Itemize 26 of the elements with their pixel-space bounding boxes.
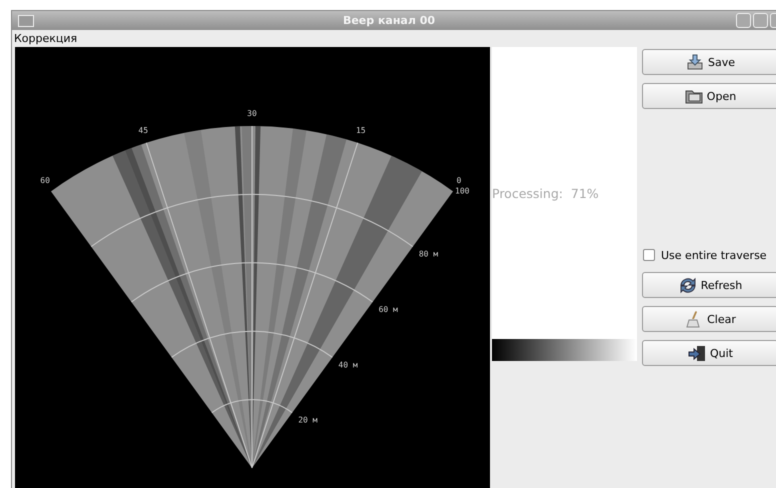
range-label: 40 м	[338, 360, 358, 370]
refresh-icon	[678, 276, 698, 294]
angle-label: 0	[456, 176, 462, 186]
progress-text: Processing: 71%	[492, 186, 599, 200]
menu-item[interactable]: Коррекция	[14, 32, 78, 45]
angle-label: 60	[40, 176, 50, 186]
window-title: Веер канал 00	[342, 14, 436, 27]
window-menu-icon[interactable]	[18, 14, 34, 26]
range-label: 100	[455, 186, 470, 196]
angle-label: 15	[356, 126, 366, 136]
angle-label: 45	[138, 126, 148, 136]
checkbox-label[interactable]: Use entire traverse	[661, 248, 767, 262]
minimize-icon[interactable]	[736, 13, 751, 28]
maximize-icon[interactable]	[753, 13, 768, 28]
range-label: 60 м	[378, 305, 398, 314]
open-button[interactable]: Open	[642, 83, 776, 109]
save-button[interactable]: Save	[642, 49, 776, 75]
refresh-button[interactable]: Refresh	[642, 272, 776, 298]
quit-button[interactable]: Quit	[642, 340, 776, 366]
range-label: 20 м	[298, 416, 318, 425]
clear-button[interactable]: Clear	[642, 306, 776, 332]
download-icon	[684, 53, 705, 71]
angle-label: 30	[247, 109, 257, 118]
door-arrow-icon	[687, 344, 707, 362]
range-label: 80 м	[418, 250, 438, 259]
checkbox[interactable]	[643, 249, 655, 261]
